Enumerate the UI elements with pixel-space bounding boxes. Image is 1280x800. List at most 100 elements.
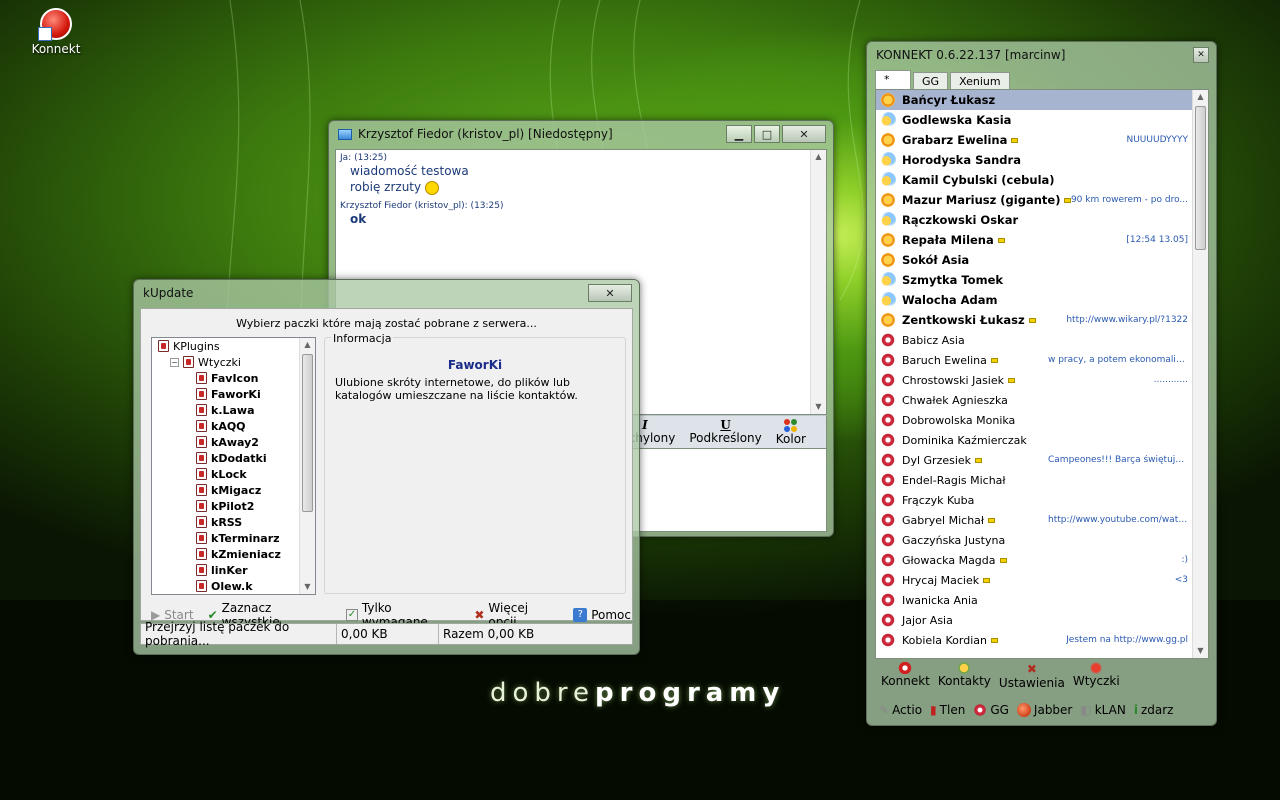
close-button[interactable]: ✕ (1193, 47, 1209, 63)
network-klan[interactable]: ◧ kLAN (1080, 703, 1125, 717)
status-away-icon (880, 112, 896, 128)
chat-titlebar[interactable]: Krzysztof Fiedor (kristov_pl) [Niedostęp… (336, 121, 826, 147)
contact-row[interactable]: Gaczyńska Justyna (876, 530, 1192, 550)
konnekt-menu-button[interactable]: Konnekt (881, 662, 930, 688)
scroll-up-arrow-icon[interactable]: ▲ (811, 150, 826, 164)
contact-row[interactable]: Sokół Asia (876, 250, 1192, 270)
tree-item[interactable]: kZmieniacz (152, 546, 315, 562)
contact-list[interactable]: Bańcyr Łukasz Godlewska Kasia Grabarz Ewel… (875, 89, 1209, 659)
contact-row[interactable]: Kamil Cybulski (cebula) (876, 170, 1192, 190)
plugin-name: FaworKi (447, 358, 503, 372)
plugin-icon (196, 516, 207, 528)
contact-name: Godlewska Kasia (902, 113, 1012, 127)
contact-row[interactable]: Mazur Mariusz (gigante) 90 km rowerem - p… (876, 190, 1192, 210)
contact-row[interactable]: Hrycaj Maciek <3 (876, 570, 1192, 590)
tab-gg[interactable]: GG (913, 72, 949, 90)
contact-row[interactable]: Repała Milena [12:54 13.05] (876, 230, 1192, 250)
maximize-button[interactable]: □ (754, 125, 780, 143)
tree-item[interactable]: k.Lawa (152, 402, 315, 418)
color-button[interactable]: Kolor (776, 418, 806, 446)
scroll-thumb[interactable] (1195, 106, 1206, 250)
message-envelope-icon (988, 517, 996, 523)
network-actio[interactable]: ✎ Actio (879, 703, 922, 717)
contact-list-scrollbar[interactable]: ▲ ▼ (1192, 90, 1208, 658)
contact-row[interactable]: Szmytka Tomek (876, 270, 1192, 290)
settings-button[interactable]: ✖ Ustawienia (999, 662, 1065, 690)
tab-all[interactable]: * (875, 70, 911, 90)
contact-row[interactable]: Dyl Grzesiek Campeones!!! Barça świętuje … (876, 450, 1192, 470)
help-button[interactable]: ? Pomoc (573, 608, 631, 622)
contact-row[interactable]: Endel-Ragis Michał (876, 470, 1192, 490)
contact-name: Rączkowski Oskar (902, 213, 1019, 227)
network-gg[interactable]: GG (973, 703, 1009, 717)
contacts-icon (956, 662, 973, 674)
tree-item[interactable]: kDodatki (152, 450, 315, 466)
contact-row[interactable]: Horodyska Sandra (876, 150, 1192, 170)
tree-scrollbar[interactable]: ▲ ▼ (299, 338, 315, 594)
contact-row[interactable]: Chrostowski Jasiek............ (876, 370, 1192, 390)
close-button[interactable]: ✕ (588, 284, 632, 302)
contacts-button[interactable]: Kontakty (938, 662, 991, 688)
scroll-up-arrow-icon[interactable]: ▲ (300, 338, 315, 352)
scroll-thumb[interactable] (302, 354, 313, 512)
plugin-icon (196, 452, 207, 464)
tree-item[interactable]: Olew.k (152, 578, 315, 594)
contact-name: Babicz Asia (902, 333, 965, 347)
contact-row[interactable]: Gabryel Michał http://www.youtube.com/wat… (876, 510, 1192, 530)
konnekt-title: KONNEKT 0.6.22.137 [marcinw] (876, 48, 1066, 62)
tree-root[interactable]: KPlugins (152, 338, 315, 354)
contact-row[interactable]: Frączyk Kuba (876, 490, 1192, 510)
collapse-icon[interactable]: − (170, 357, 179, 367)
desktop-icon-konnekt[interactable]: Konnekt (30, 8, 82, 56)
plugins-button[interactable]: Wtyczki (1073, 662, 1120, 688)
scroll-down-arrow-icon[interactable]: ▼ (1193, 644, 1208, 658)
kupdate-statusbar: Przejrzyj listę paczek do pobrania... 0,… (140, 620, 633, 648)
scroll-down-arrow-icon[interactable]: ▼ (300, 580, 315, 594)
contact-row[interactable]: Baruch Ewelina w pracy, a potem ekonomali… (876, 350, 1192, 370)
tree-item[interactable]: FavIcon (152, 370, 315, 386)
contact-row[interactable]: Jajor Asia (876, 610, 1192, 630)
contact-name: Gaczyńska Justyna (902, 533, 1006, 547)
tree-item[interactable]: kRSS (152, 514, 315, 530)
status-off-icon (880, 532, 896, 548)
network-jabber[interactable]: Jabber (1016, 703, 1072, 717)
contact-row[interactable]: Głowacka Magda:) (876, 550, 1192, 570)
tree-item[interactable]: kAQQ (152, 418, 315, 434)
contact-row[interactable]: Walocha Adam (876, 290, 1192, 310)
underline-button[interactable]: U Podkreślony (689, 419, 761, 445)
tree-item[interactable]: linKer (152, 562, 315, 578)
tree-item[interactable]: kPilot2 (152, 498, 315, 514)
contact-row[interactable]: Chwałek Agnieszka (876, 390, 1192, 410)
konnekt-titlebar[interactable]: KONNEKT 0.6.22.137 [marcinw] ✕ (874, 42, 1209, 68)
contact-row[interactable]: Babicz Asia (876, 330, 1192, 350)
contact-row[interactable]: Rączkowski Oskar (876, 210, 1192, 230)
contact-row[interactable]: Bańcyr Łukasz (876, 90, 1192, 110)
status-off-icon (880, 612, 896, 628)
tree-group[interactable]: − Wtyczki (152, 354, 315, 370)
close-button[interactable]: ✕ (782, 125, 826, 143)
tlen-icon: ▮ (930, 703, 937, 717)
kupdate-titlebar[interactable]: kUpdate ✕ (141, 280, 632, 306)
contact-row[interactable]: Dominika Kaźmierczak (876, 430, 1192, 450)
contact-row[interactable]: Dobrowolska Monika (876, 410, 1192, 430)
minimize-button[interactable]: ▁ (726, 125, 752, 143)
contact-row[interactable]: Kobiela Kordian Jestem na http://www.gg.p… (876, 630, 1192, 650)
network-events[interactable]: i zdarz (1134, 703, 1174, 717)
history-scrollbar[interactable]: ▲ ▼ (810, 150, 826, 414)
package-tree[interactable]: KPlugins − Wtyczki FavIcon FaworKi k.Lawa kA… (151, 337, 316, 595)
network-tlen[interactable]: ▮ Tlen (930, 703, 965, 717)
tree-item[interactable]: kTerminarz (152, 530, 315, 546)
contact-row[interactable]: Grabarz Ewelina NUUUUDYYYY (876, 130, 1192, 150)
tree-item[interactable]: kLock (152, 466, 315, 482)
plugin-icon (196, 532, 207, 544)
tree-item[interactable]: FaworKi (152, 386, 315, 402)
tree-item[interactable]: kMigacz (152, 482, 315, 498)
contact-row[interactable]: Godlewska Kasia (876, 110, 1192, 130)
contact-row[interactable]: Zentkowski Łukasz http://www.wikary.pl/?1… (876, 310, 1192, 330)
status-online-icon (880, 92, 896, 108)
scroll-up-arrow-icon[interactable]: ▲ (1193, 90, 1208, 104)
contact-row[interactable]: Iwanicka Ania (876, 590, 1192, 610)
scroll-down-arrow-icon[interactable]: ▼ (811, 400, 826, 414)
tab-xenium[interactable]: Xenium (950, 72, 1010, 90)
tree-item[interactable]: kAway2 (152, 434, 315, 450)
